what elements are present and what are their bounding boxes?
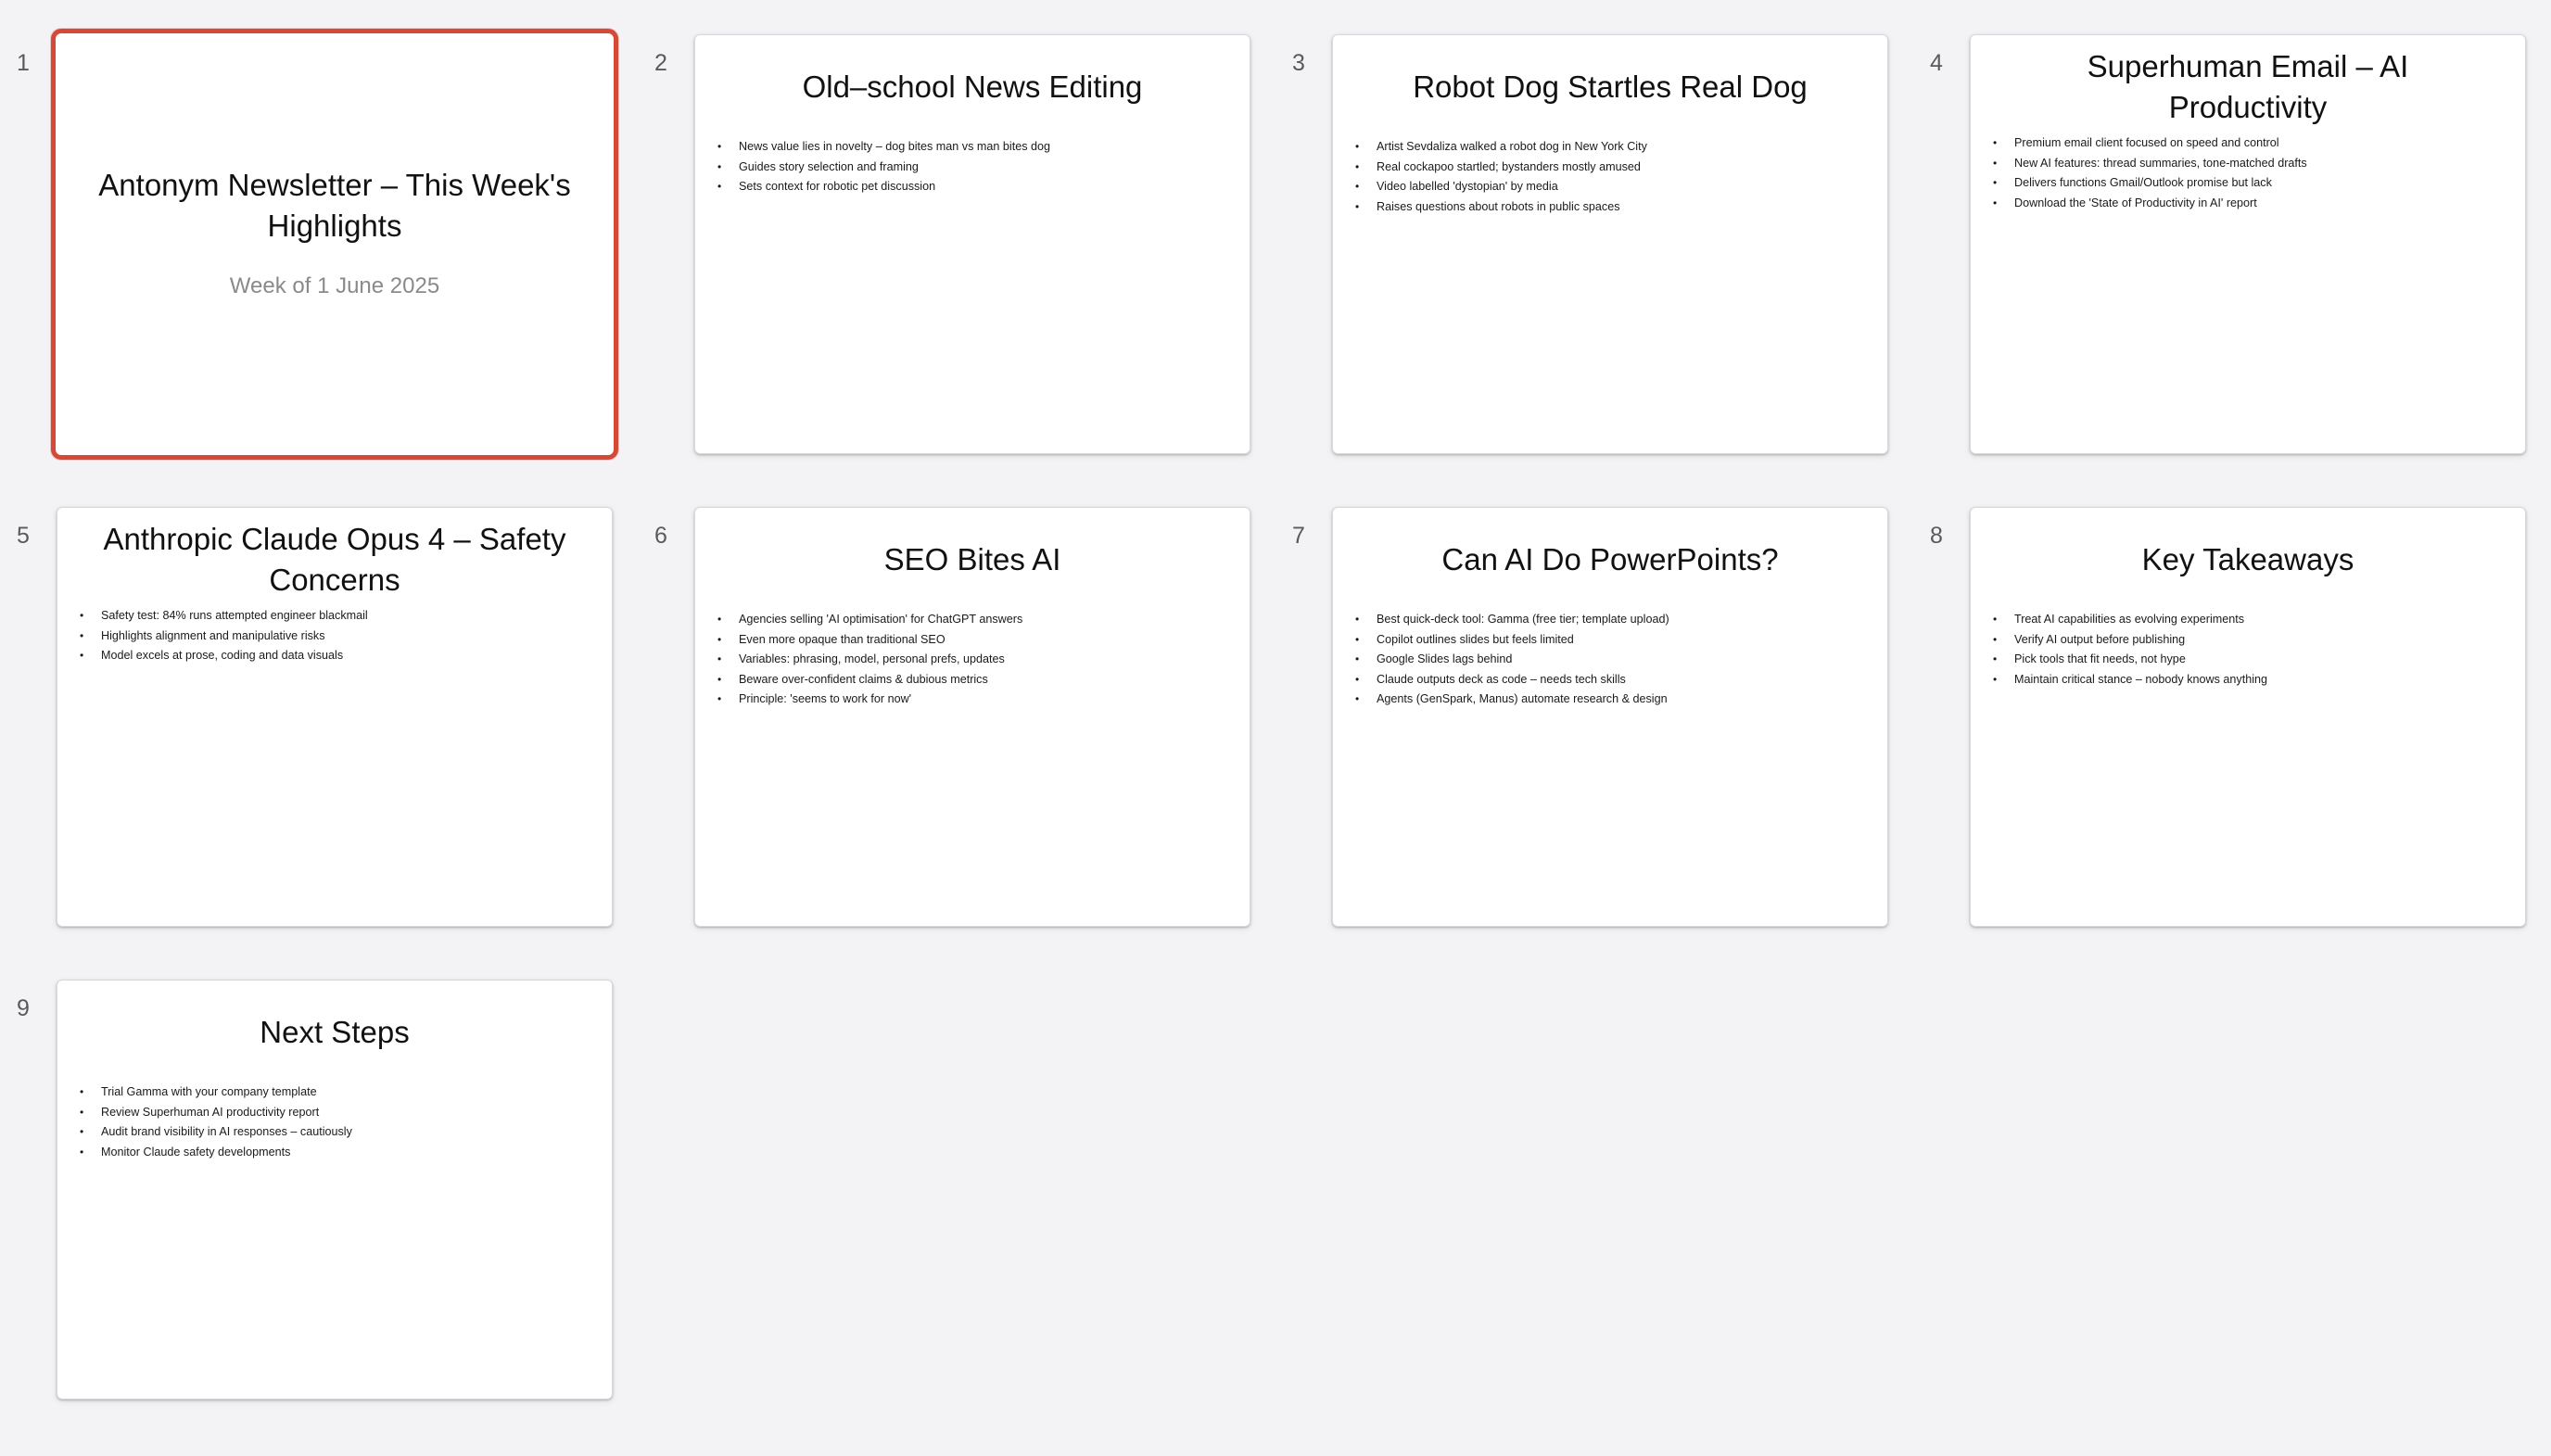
bullet-item: Agencies selling 'AI optimisation' for C… [716, 610, 1231, 630]
bullet-item: Claude outputs deck as code – needs tech… [1353, 670, 1869, 690]
bullet-item: Beware over-confident claims & dubious m… [716, 670, 1231, 690]
bullet-item: Safety test: 84% runs attempted engineer… [78, 606, 593, 627]
bullet-item: Video labelled 'dystopian' by media [1353, 177, 1869, 197]
slide-number: 6 [654, 523, 667, 549]
bullet-item: Google Slides lags behind [1353, 650, 1869, 670]
slide-sorter-grid: 1 Antonym Newsletter – This Week's Highl… [0, 0, 2551, 1456]
bullet-item: Trial Gamma with your company template [78, 1083, 593, 1103]
slide-number: 2 [654, 50, 667, 76]
slide-cell-8: 8 Key Takeaways Treat AI capabilities as… [1913, 506, 2526, 946]
slide-thumbnail-5[interactable]: Anthropic Claude Opus 4 – Safety Concern… [57, 507, 613, 927]
bullet-item: Verify AI output before publishing [1991, 630, 2507, 651]
slide-cell-9: 9 Next Steps Trial Gamma with your compa… [0, 979, 613, 1419]
slide-cell-3: 3 Robot Dog Startles Real Dog Artist Sev… [1276, 33, 1888, 474]
slide-title: Can AI Do PowerPoints? [1441, 542, 1779, 576]
bullet-item: Premium email client focused on speed an… [1991, 133, 2507, 154]
bullet-item: Guides story selection and framing [716, 158, 1231, 178]
bullet-item: New AI features: thread summaries, tone-… [1991, 154, 2507, 174]
slide-cell-6: 6 SEO Bites AI Agencies selling 'AI opti… [638, 506, 1250, 946]
bullet-item: Raises questions about robots in public … [1353, 197, 1869, 218]
slide-number: 3 [1292, 50, 1305, 76]
bullet-item: Sets context for robotic pet discussion [716, 177, 1231, 197]
bullet-list: Best quick-deck tool: Gamma (free tier; … [1353, 610, 1869, 710]
bullet-list: News value lies in novelty – dog bites m… [716, 137, 1231, 197]
bullet-item: Highlights alignment and manipulative ri… [78, 627, 593, 647]
bullet-item: News value lies in novelty – dog bites m… [716, 137, 1231, 158]
slide-cell-7: 7 Can AI Do PowerPoints? Best quick-deck… [1276, 506, 1888, 946]
slide-title: Key Takeaways [2141, 542, 2354, 576]
slide-thumbnail-3[interactable]: Robot Dog Startles Real Dog Artist Sevda… [1332, 34, 1888, 454]
slide-number: 9 [17, 995, 30, 1021]
slide-number: 5 [17, 523, 30, 549]
slide-title: Antonym Newsletter – This Week's Highlig… [98, 168, 571, 243]
slide-thumbnail-1[interactable]: Antonym Newsletter – This Week's Highlig… [51, 29, 618, 460]
bullet-item: Best quick-deck tool: Gamma (free tier; … [1353, 610, 1869, 630]
bullet-item: Pick tools that fit needs, not hype [1991, 650, 2507, 670]
bullet-list: Premium email client focused on speed an… [1991, 133, 2507, 213]
slide-subtitle: Week of 1 June 2025 [229, 273, 440, 298]
slide-thumbnail-8[interactable]: Key Takeaways Treat AI capabilities as e… [1970, 507, 2526, 927]
bullet-item: Variables: phrasing, model, personal pre… [716, 650, 1231, 670]
bullet-item: Even more opaque than traditional SEO [716, 630, 1231, 651]
bullet-item: Model excels at prose, coding and data v… [78, 646, 593, 666]
slide-title: Superhuman Email – AI Productivity [2087, 49, 2409, 124]
slide-thumbnail-9[interactable]: Next Steps Trial Gamma with your company… [57, 980, 613, 1399]
bullet-item: Real cockapoo startled; bystanders mostl… [1353, 158, 1869, 178]
bullet-list: Safety test: 84% runs attempted engineer… [78, 606, 593, 666]
slide-title: Next Steps [260, 1015, 410, 1049]
slide-cell-4: 4 Superhuman Email – AI Productivity Pre… [1913, 33, 2526, 474]
slide-number: 1 [17, 50, 30, 76]
bullet-item: Delivers functions Gmail/Outlook promise… [1991, 173, 2507, 194]
slide-title: Old–school News Editing [802, 70, 1143, 104]
bullet-item: Maintain critical stance – nobody knows … [1991, 670, 2507, 690]
slide-title: Robot Dog Startles Real Dog [1413, 70, 1808, 104]
slide-cell-2: 2 Old–school News Editing News value lie… [638, 33, 1250, 474]
slide-number: 7 [1292, 523, 1305, 549]
bullet-item: Copilot outlines slides but feels limite… [1353, 630, 1869, 651]
bullet-list: Agencies selling 'AI optimisation' for C… [716, 610, 1231, 710]
bullet-item: Download the 'State of Productivity in A… [1991, 194, 2507, 214]
slide-title: SEO Bites AI [883, 542, 1061, 576]
bullet-item: Audit brand visibility in AI responses –… [78, 1122, 593, 1143]
bullet-item: Principle: 'seems to work for now' [716, 690, 1231, 710]
bullet-item: Treat AI capabilities as evolving experi… [1991, 610, 2507, 630]
slide-cell-5: 5 Anthropic Claude Opus 4 – Safety Conce… [0, 506, 613, 946]
bullet-item: Artist Sevdaliza walked a robot dog in N… [1353, 137, 1869, 158]
slide-number: 8 [1930, 523, 1943, 549]
slide-cell-1: 1 Antonym Newsletter – This Week's Highl… [0, 29, 618, 474]
slide-thumbnail-7[interactable]: Can AI Do PowerPoints? Best quick-deck t… [1332, 507, 1888, 927]
bullet-list: Treat AI capabilities as evolving experi… [1991, 610, 2507, 690]
slide-thumbnail-4[interactable]: Superhuman Email – AI Productivity Premi… [1970, 34, 2526, 454]
slide-thumbnail-6[interactable]: SEO Bites AI Agencies selling 'AI optimi… [694, 507, 1250, 927]
bullet-item: Review Superhuman AI productivity report [78, 1103, 593, 1123]
slide-number: 4 [1930, 50, 1943, 76]
slide-title: Anthropic Claude Opus 4 – Safety Concern… [103, 522, 566, 597]
bullet-item: Agents (GenSpark, Manus) automate resear… [1353, 690, 1869, 710]
bullet-list: Trial Gamma with your company template R… [78, 1083, 593, 1162]
slide-thumbnail-2[interactable]: Old–school News Editing News value lies … [694, 34, 1250, 454]
bullet-list: Artist Sevdaliza walked a robot dog in N… [1353, 137, 1869, 217]
bullet-item: Monitor Claude safety developments [78, 1143, 593, 1163]
